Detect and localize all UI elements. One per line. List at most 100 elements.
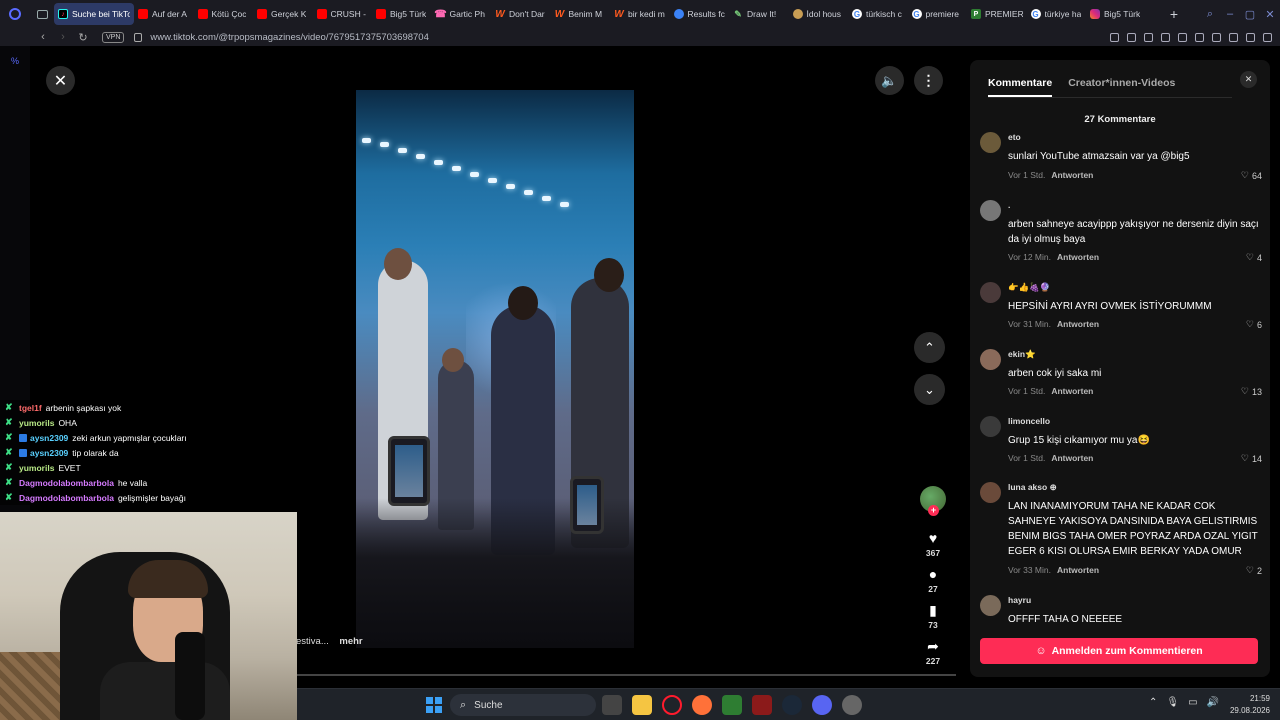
video-progress-bar[interactable]	[296, 674, 956, 676]
wallet-icon[interactable]	[1212, 32, 1221, 42]
forward-icon[interactable]: ›	[54, 31, 72, 43]
steam-icon[interactable]	[782, 695, 802, 715]
browser-tab[interactable]: Big5 Türk	[372, 3, 432, 25]
commenter-avatar[interactable]	[980, 595, 1001, 616]
commenter-avatar[interactable]	[980, 416, 1001, 437]
tab-creator-videos[interactable]: Creator*innen-Videos	[1068, 60, 1175, 97]
caption-more-link[interactable]: mehr	[339, 636, 362, 647]
taskbar-clock[interactable]: 21:59 29.08.2026	[1230, 693, 1270, 717]
search-tabs-icon[interactable]: ⌕	[1200, 8, 1220, 21]
profile-icon[interactable]	[1229, 32, 1238, 42]
comment-like[interactable]: ♡ 2	[1246, 565, 1262, 576]
share-action[interactable]: ➦ 227	[926, 638, 940, 666]
volume-button[interactable]: 🔈	[875, 66, 904, 95]
creator-avatar[interactable]: +	[920, 486, 946, 516]
shield-icon[interactable]	[1144, 32, 1153, 42]
browser-tab[interactable]: İdol hous	[789, 3, 849, 25]
reload-icon[interactable]: ↻	[74, 31, 92, 44]
firefox-icon[interactable]	[692, 695, 712, 715]
commenter-avatar[interactable]	[980, 349, 1001, 370]
sidebar-symbol[interactable]: %	[11, 56, 19, 66]
comment-like[interactable]: ♡ 14	[1241, 453, 1262, 464]
commenter-name[interactable]: hayru	[1008, 595, 1031, 605]
browser-tab[interactable]: Wbir kedi m	[610, 3, 670, 25]
network-icon[interactable]: ▭	[1188, 697, 1197, 708]
video-frame[interactable]	[356, 90, 634, 648]
comment-like[interactable]: ♡ 13	[1241, 386, 1262, 397]
microphone-icon[interactable]: 🎙	[1166, 697, 1179, 708]
reply-button[interactable]: Antworten	[1057, 319, 1099, 329]
browser-tab[interactable]: Gtürkisch c	[848, 3, 908, 25]
commenter-name[interactable]: luna akso ⊕	[1008, 482, 1057, 493]
commenter-name[interactable]: .	[1008, 200, 1010, 210]
play-icon[interactable]	[1161, 32, 1170, 42]
browser-tab[interactable]: ♪ Suche bei TikTok	[54, 3, 134, 25]
browser-tab[interactable]: Gtürkiye ha	[1027, 3, 1087, 25]
tab-overview-icon[interactable]	[30, 0, 54, 28]
commenter-name[interactable]: limoncello	[1008, 416, 1050, 426]
reply-button[interactable]: Antworten	[1057, 565, 1099, 575]
commenter-avatar[interactable]	[980, 282, 1001, 303]
vpn-badge[interactable]: VPN	[102, 31, 125, 43]
browser-tab[interactable]: CRUSH -	[313, 3, 373, 25]
close-video-button[interactable]: ✕	[46, 66, 75, 95]
commenter-avatar[interactable]	[980, 132, 1001, 153]
comment-like[interactable]: ♡ 6	[1246, 319, 1262, 330]
like-action[interactable]: ♥ 367	[926, 530, 940, 558]
app-icon[interactable]	[752, 695, 772, 715]
save-action[interactable]: ▮ 73	[928, 602, 937, 630]
extensions-icon[interactable]	[1195, 32, 1204, 42]
comment-like[interactable]: ♡ 4	[1246, 252, 1262, 263]
commenter-avatar[interactable]	[980, 200, 1001, 221]
browser-tab[interactable]: W Don't Dar	[491, 3, 551, 25]
commenter-name[interactable]: 👉👍🍇🔮	[1008, 282, 1050, 293]
browser-tab[interactable]: Gpremiere	[908, 3, 968, 25]
browser-tab[interactable]: Results fc	[670, 3, 730, 25]
browser-tab[interactable]: Kötü Çoc	[194, 3, 254, 25]
lock-icon[interactable]	[134, 32, 143, 42]
menu-icon[interactable]	[1263, 32, 1272, 42]
heart-icon[interactable]	[1178, 32, 1187, 42]
browser-tab[interactable]: ✎ Draw It!	[729, 3, 789, 25]
next-video-button[interactable]: ⌄	[914, 374, 945, 405]
url-field[interactable]: www.tiktok.com/@trpopsmagazines/video/76…	[150, 32, 428, 43]
reply-button[interactable]: Antworten	[1051, 170, 1093, 180]
close-panel-button[interactable]: ✕	[1240, 71, 1257, 88]
browser-tab[interactable]: P PREMIER	[967, 3, 1027, 25]
speaker-icon[interactable]: 🔊	[1207, 697, 1219, 708]
opera-icon[interactable]	[662, 695, 682, 715]
maximize-icon[interactable]: ▢	[1240, 8, 1260, 21]
login-to-comment-button[interactable]: ☺ Anmelden zum Kommentieren	[980, 638, 1258, 664]
commenter-name[interactable]: ekin⭐	[1008, 349, 1036, 360]
file-explorer-icon[interactable]	[632, 695, 652, 715]
discord-icon[interactable]	[812, 695, 832, 715]
browser-tab[interactable]: Auf der A	[134, 3, 194, 25]
previous-video-button[interactable]: ⌃	[914, 332, 945, 363]
reply-button[interactable]: Antworten	[1051, 386, 1093, 396]
back-icon[interactable]: ‹	[34, 31, 52, 43]
close-window-icon[interactable]: ✕	[1260, 8, 1280, 21]
browser-tab[interactable]: W Benim M	[551, 3, 611, 25]
commenter-name[interactable]: eto	[1008, 132, 1021, 142]
task-view-icon[interactable]	[602, 695, 622, 715]
tab-comments[interactable]: Kommentare	[988, 60, 1053, 97]
comment-like[interactable]: ♡ 64	[1241, 170, 1262, 181]
browser-tab[interactable]: Big5 Türk	[1086, 3, 1146, 25]
snapshot-icon[interactable]	[1127, 32, 1136, 42]
reply-button[interactable]: Antworten	[1051, 453, 1093, 463]
windows-start-icon[interactable]	[426, 697, 442, 713]
taskbar-search[interactable]: ⌕ Suche	[450, 694, 596, 716]
more-options-button[interactable]: ⋮	[914, 66, 943, 95]
new-tab-button[interactable]: +	[1164, 0, 1184, 28]
reply-button[interactable]: Antworten	[1057, 252, 1099, 262]
tray-chevron-icon[interactable]: ⌃	[1149, 697, 1157, 708]
browser-tab[interactable]: ☎ Gartic Ph	[432, 3, 492, 25]
browser-tab[interactable]: Gerçek K	[253, 3, 313, 25]
commenter-avatar[interactable]	[980, 482, 1001, 503]
bookmark-icon[interactable]	[1110, 32, 1119, 42]
download-icon[interactable]	[1246, 32, 1255, 42]
misc-app-icon[interactable]	[842, 695, 862, 715]
minecraft-icon[interactable]	[722, 695, 742, 715]
opera-logo-icon[interactable]	[0, 0, 30, 28]
minimize-icon[interactable]: –	[1220, 8, 1240, 20]
